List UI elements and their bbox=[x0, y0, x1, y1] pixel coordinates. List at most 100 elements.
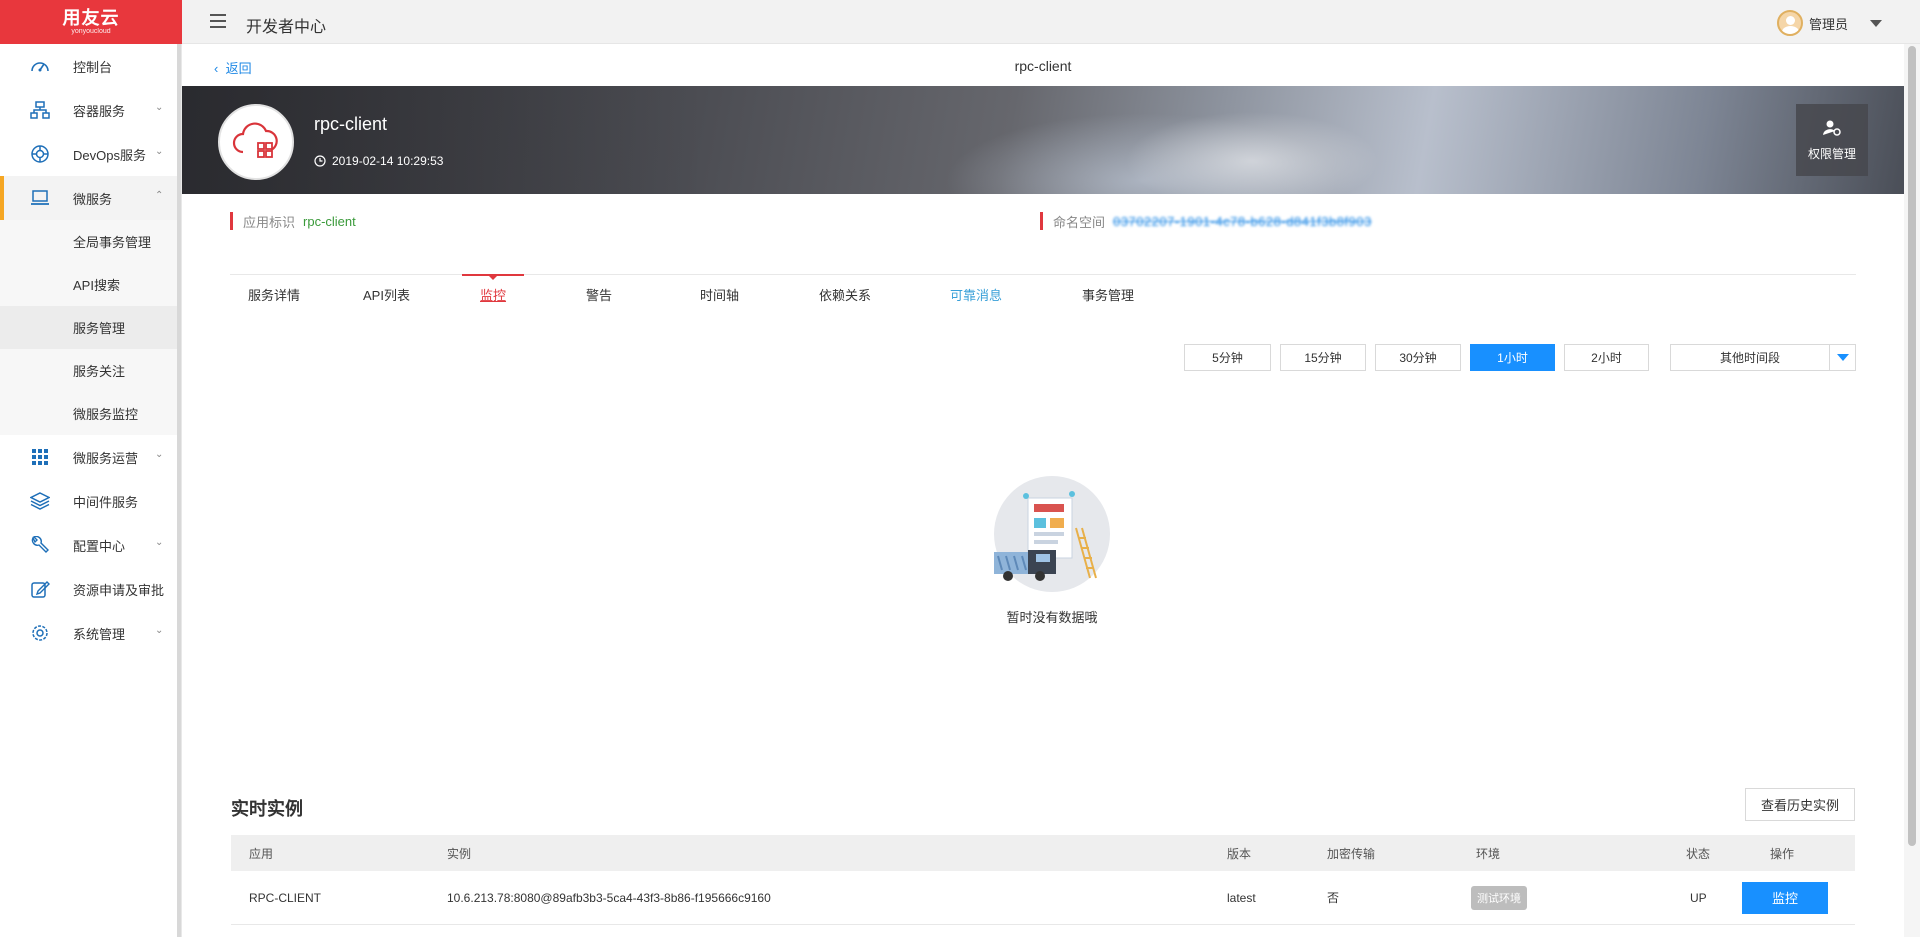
instances-table: 应用 实例 版本 加密传输 环境 状态 操作 RPC-CLIENT 10.6.2… bbox=[231, 835, 1855, 925]
sidebar-item-resource-approval[interactable]: 资源申请及审批 bbox=[0, 567, 181, 611]
tab-label: 监控 bbox=[480, 287, 507, 303]
tab-label: 依赖关系 bbox=[819, 287, 872, 303]
column-header-instance: 实例 bbox=[447, 846, 472, 861]
sidebar-item-microservice[interactable]: 微服务 ⌃ bbox=[0, 176, 181, 220]
permission-button[interactable]: 权限管理 bbox=[1796, 104, 1868, 176]
sidebar-item-label: 控制台 bbox=[73, 59, 113, 75]
layers-icon bbox=[30, 492, 50, 510]
namespace-label: 命名空间 bbox=[1053, 214, 1106, 230]
user-menu[interactable]: 管理员 bbox=[1776, 10, 1882, 36]
empty-illustration bbox=[994, 476, 1110, 592]
logo[interactable]: 用友云 yonyoucloud bbox=[0, 0, 182, 44]
permission-label: 权限管理 bbox=[1807, 146, 1856, 161]
sidebar-item-devops[interactable]: DevOps服务 ⌄ bbox=[0, 132, 181, 176]
other-range-select[interactable]: 其他时间段 bbox=[1670, 344, 1856, 371]
tab-service-details[interactable]: 服务详情 bbox=[248, 275, 300, 313]
column-header-app: 应用 bbox=[249, 846, 274, 861]
column-header-status: 状态 bbox=[1686, 846, 1711, 861]
avatar bbox=[1776, 10, 1803, 36]
page-scrollbar[interactable] bbox=[1904, 44, 1920, 937]
page-title: rpc-client bbox=[1014, 58, 1072, 74]
top-bar: 用友云 yonyoucloud 开发者中心 管理员 bbox=[0, 0, 1920, 44]
app-name: rpc-client bbox=[314, 114, 388, 134]
history-instances-button[interactable]: 查看历史实例 bbox=[1745, 788, 1855, 821]
network-icon bbox=[30, 101, 50, 119]
sidebar-item-config[interactable]: 配置中心 ⌄ bbox=[0, 523, 181, 567]
dashboard-icon bbox=[31, 62, 49, 72]
table-row: RPC-CLIENT 10.6.213.78:8080@89afb3b3-5ca… bbox=[231, 871, 1855, 925]
scrollbar-thumb[interactable] bbox=[1908, 46, 1916, 846]
sidebar-subitem-service-management[interactable]: 服务管理 bbox=[0, 306, 181, 349]
sidebar-item-label: 容器服务 bbox=[73, 103, 126, 119]
user-name: 管理员 bbox=[1808, 16, 1848, 32]
range-1hour-button[interactable]: 1小时 bbox=[1470, 344, 1555, 371]
tab-warning[interactable]: 警告 bbox=[586, 275, 612, 313]
sidebar-item-console[interactable]: 控制台 bbox=[0, 44, 181, 88]
namespace-row: 命名空间 03702207-1901-4c78-b628-d841f3b8f90… bbox=[1040, 212, 1372, 230]
environment-badge: 测试环境 bbox=[1471, 885, 1527, 910]
tab-reliable-messages[interactable]: 可靠消息 bbox=[950, 275, 1002, 313]
tab-dependencies[interactable]: 依赖关系 bbox=[819, 275, 871, 313]
sidebar-item-label: 系统管理 bbox=[73, 626, 126, 642]
tab-api-list[interactable]: API列表 bbox=[363, 275, 410, 313]
chevron-down-icon: ⌄ bbox=[155, 146, 164, 157]
sidebar-item-label: 中间件服务 bbox=[73, 494, 139, 510]
range-15min-button[interactable]: 15分钟 bbox=[1280, 344, 1366, 371]
wrench-icon bbox=[31, 536, 49, 553]
chevron-down-icon bbox=[1870, 19, 1882, 27]
clock-icon bbox=[314, 155, 326, 167]
sidebar-item-label: 配置中心 bbox=[73, 538, 126, 554]
monitor-button[interactable]: 监控 bbox=[1742, 881, 1828, 914]
sidebar-subitem-global-transactions[interactable]: 全局事务管理 bbox=[0, 220, 181, 263]
tab-bar: 服务详情 API列表 监控 警告 时间轴 依赖关系 可靠消息 事务管理 bbox=[230, 274, 1856, 312]
tab-monitor[interactable]: 监控 bbox=[461, 274, 525, 313]
app-banner: rpc-client 2019-02-14 10:29:53 权限管理 bbox=[182, 86, 1904, 194]
sidebar-subitem-api-search[interactable]: API搜索 bbox=[0, 263, 181, 306]
cell-encryption: 否 bbox=[1327, 891, 1340, 905]
accent-bar bbox=[230, 212, 233, 230]
logo-subtext: yonyoucloud bbox=[71, 27, 111, 35]
sidebar-scrollbar[interactable] bbox=[177, 44, 181, 937]
sidebar-item-microservice-ops[interactable]: 微服务运营 ⌄ bbox=[0, 435, 181, 479]
grid-icon bbox=[32, 449, 48, 465]
sidebar-item-label: 微服务 bbox=[73, 191, 113, 207]
subheader: ‹ 返回 rpc-client bbox=[182, 44, 1904, 86]
instances-title: 实时实例 bbox=[231, 799, 303, 819]
empty-message: 暂时没有数据哦 bbox=[1006, 610, 1098, 625]
namespace-value: 03702207-1901-4c78-b628-d841f3b8f903 bbox=[1113, 213, 1372, 229]
menu-icon[interactable] bbox=[210, 14, 226, 28]
chevron-down-icon bbox=[1829, 345, 1855, 370]
app-id-label: 应用标识 bbox=[243, 214, 296, 230]
range-5min-button[interactable]: 5分钟 bbox=[1184, 344, 1271, 371]
chevron-down-icon: ⌄ bbox=[155, 625, 164, 636]
main-content: ‹ 返回 rpc-client rpc-client 2019-02-14 10… bbox=[182, 44, 1904, 937]
chevron-down-icon: ⌄ bbox=[155, 102, 164, 113]
chevron-up-icon: ⌃ bbox=[155, 190, 164, 201]
sidebar-item-label: 微服务运营 bbox=[73, 450, 139, 466]
tab-timeline[interactable]: 时间轴 bbox=[700, 275, 739, 313]
column-header-encryption: 加密传输 bbox=[1327, 846, 1376, 861]
sidebar-subitem-microservice-monitor[interactable]: 微服务监控 bbox=[0, 392, 181, 435]
accent-bar bbox=[1040, 212, 1043, 230]
tab-label: 时间轴 bbox=[700, 287, 740, 303]
sidebar-item-middleware[interactable]: 中间件服务 bbox=[0, 479, 181, 523]
tab-transaction-management[interactable]: 事务管理 bbox=[1082, 275, 1134, 313]
sidebar-item-label: 资源申请及审批 bbox=[73, 582, 165, 598]
app-logo bbox=[218, 104, 294, 180]
range-2hour-button[interactable]: 2小时 bbox=[1564, 344, 1649, 371]
sidebar-item-container[interactable]: 容器服务 ⌄ bbox=[0, 88, 181, 132]
gear-icon bbox=[32, 625, 48, 641]
app-id-row: 应用标识 rpc-client bbox=[230, 212, 356, 230]
cloud-app-icon bbox=[232, 122, 278, 158]
chevron-down-icon: ⌄ bbox=[155, 449, 164, 460]
app-id-value: rpc-client bbox=[303, 213, 356, 229]
sidebar-subitem-service-follow[interactable]: 服务关注 bbox=[0, 349, 181, 392]
app-time-value: 2019-02-14 10:29:53 bbox=[332, 154, 444, 168]
range-30min-button[interactable]: 30分钟 bbox=[1375, 344, 1461, 371]
cell-action: 监控 bbox=[1742, 871, 1828, 924]
table-header: 应用 实例 版本 加密传输 环境 状态 操作 bbox=[231, 835, 1855, 871]
sidebar-item-label: DevOps服务 bbox=[73, 147, 146, 163]
sidebar-item-system[interactable]: 系统管理 ⌄ bbox=[0, 611, 181, 655]
column-header-version: 版本 bbox=[1227, 846, 1252, 861]
other-range-label: 其他时间段 bbox=[1719, 351, 1780, 365]
